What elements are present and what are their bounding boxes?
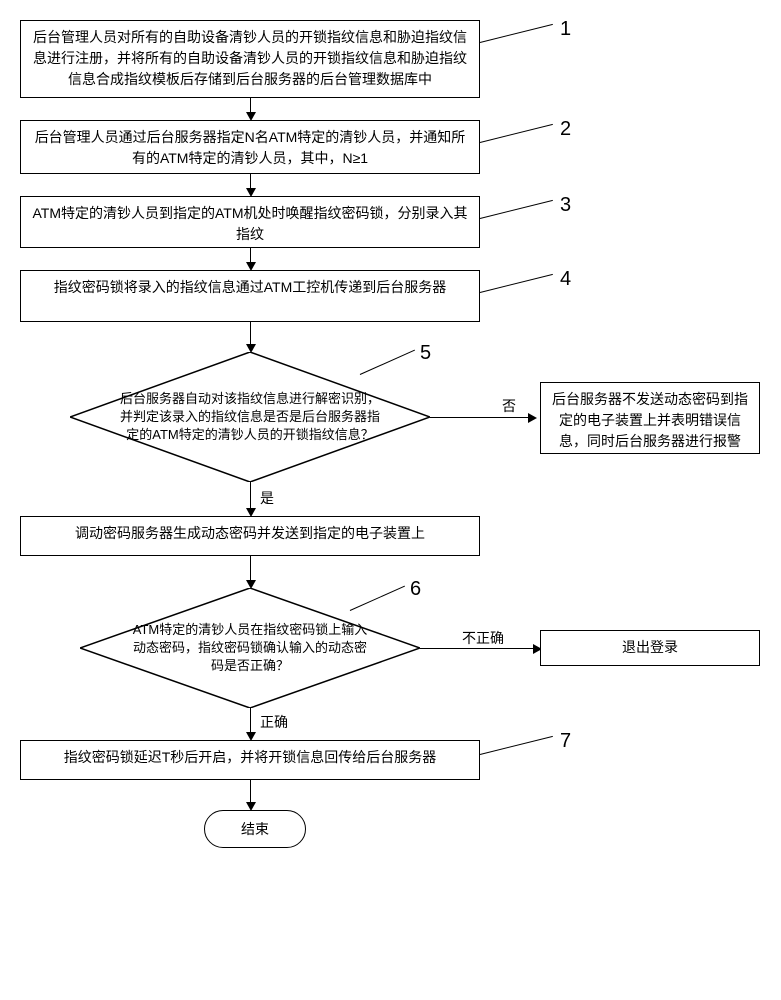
step-3-text: ATM特定的清钞人员到指定的ATM机处时唤醒指纹密码锁，分别录入其指纹 (32, 205, 467, 242)
label-7: 7 (560, 730, 571, 753)
step-4-text: 指纹密码锁将录入的指纹信息通过ATM工控机传递到后台服务器 (54, 279, 447, 295)
decision-6-text: ATM特定的清钞人员在指纹密码锁上输入动态密码，指纹密码锁确认输入的动态密码是否… (80, 588, 420, 708)
leader-2 (480, 124, 553, 143)
step-5-no-text: 后台服务器不发送动态密码到指定的电子装置上并表明错误信息，同时后台服务器进行报警 (552, 391, 748, 449)
step-1-box: 后台管理人员对所有的自助设备清钞人员的开锁指纹信息和胁迫指纹信息进行注册，并将所… (20, 20, 480, 98)
step-3-box: ATM特定的清钞人员到指定的ATM机处时唤醒指纹密码锁，分别录入其指纹 (20, 196, 480, 248)
end-terminator: 结束 (204, 810, 306, 848)
step-7-box: 指纹密码锁延迟T秒后开启，并将开锁信息回传给后台服务器 (20, 740, 480, 780)
connector (420, 648, 535, 649)
edge-correct: 正确 (258, 712, 290, 732)
step-6-no-text: 退出登录 (622, 639, 678, 655)
step-4-box: 指纹密码锁将录入的指纹信息通过ATM工控机传递到后台服务器 (20, 270, 480, 322)
decision-5-text: 后台服务器自动对该指纹信息进行解密识别，并判定该录入的指纹信息是否是后台服务器指… (70, 352, 430, 482)
step-5-no-box: 后台服务器不发送动态密码到指定的电子装置上并表明错误信息，同时后台服务器进行报警 (540, 382, 760, 454)
edge-yes-5: 是 (258, 488, 276, 508)
label-1: 1 (560, 18, 571, 41)
leader-7 (480, 736, 553, 755)
step-2-box: 后台管理人员通过后台服务器指定N名ATM特定的清钞人员，并通知所有的ATM特定的… (20, 120, 480, 174)
connector (430, 417, 530, 418)
decision-5-wrap: 后台服务器自动对该指纹信息进行解密识别，并判定该录入的指纹信息是否是后台服务器指… (20, 352, 480, 482)
step-6-no-box: 退出登录 (540, 630, 760, 666)
step-1-text: 后台管理人员对所有的自助设备清钞人员的开锁指纹信息和胁迫指纹信息进行注册，并将所… (33, 29, 467, 87)
connector (250, 556, 251, 582)
arrow-right-icon (528, 413, 537, 423)
connector (250, 708, 251, 734)
connector (250, 322, 251, 346)
label-5: 5 (420, 342, 431, 365)
label-2: 2 (560, 118, 571, 141)
decision-6-wrap: ATM特定的清钞人员在指纹密码锁上输入动态密码，指纹密码锁确认输入的动态密码是否… (20, 588, 480, 708)
end-text: 结束 (241, 821, 269, 837)
step-2-text: 后台管理人员通过后台服务器指定N名ATM特定的清钞人员，并通知所有的ATM特定的… (35, 129, 466, 166)
step-5-yes-text: 调动密码服务器生成动态密码并发送到指定的电子装置上 (75, 525, 425, 541)
leader-3 (480, 200, 553, 219)
step-7-text: 指纹密码锁延迟T秒后开启，并将开锁信息回传给后台服务器 (64, 749, 437, 765)
leader-1 (480, 24, 553, 43)
connector (250, 482, 251, 510)
edge-no-5: 否 (500, 396, 518, 416)
step-5-yes-box: 调动密码服务器生成动态密码并发送到指定的电子装置上 (20, 516, 480, 556)
label-4: 4 (560, 268, 571, 291)
connector (250, 780, 251, 804)
label-3: 3 (560, 194, 571, 217)
edge-incorrect: 不正确 (460, 628, 506, 648)
leader-4 (480, 274, 553, 293)
label-6: 6 (410, 578, 421, 601)
